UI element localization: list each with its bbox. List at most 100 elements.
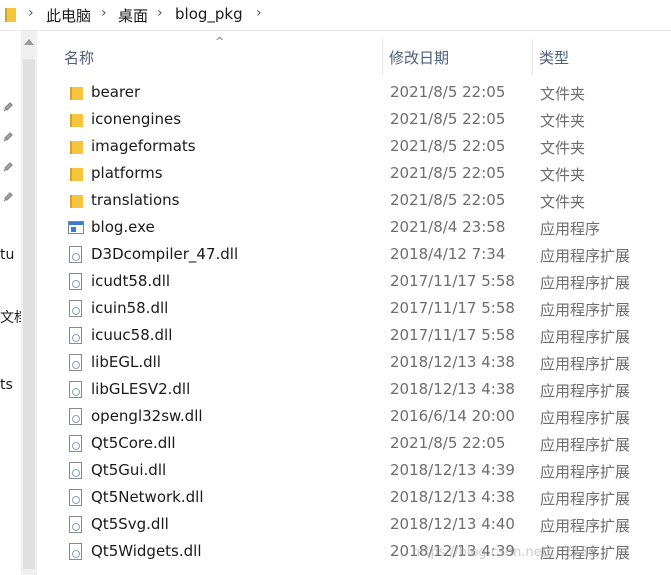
column-header-date[interactable]: 修改日期 bbox=[389, 47, 449, 68]
file-row[interactable]: libGLESV2.dll 2018/12/13 4:38 应用程序扩展 bbox=[37, 377, 671, 404]
file-modified-date: 2017/11/17 5:58 bbox=[390, 272, 515, 290]
breadcrumb-current-folder[interactable]: blog_pkg bbox=[175, 5, 243, 23]
file-row[interactable]: iconengines 2021/8/5 22:05 文件夹 bbox=[37, 107, 671, 134]
dll-file-icon bbox=[67, 435, 85, 453]
folder-icon bbox=[67, 165, 85, 183]
file-modified-date: 2021/8/5 22:05 bbox=[390, 164, 506, 182]
file-name: libEGL.dll bbox=[91, 353, 161, 371]
file-type: 应用程序扩展 bbox=[540, 490, 631, 508]
file-row[interactable]: translations 2021/8/5 22:05 文件夹 bbox=[37, 188, 671, 215]
file-row[interactable]: bearer 2021/8/5 22:05 文件夹 bbox=[37, 80, 671, 107]
file-name: Qt5Core.dll bbox=[91, 434, 176, 452]
address-bar[interactable]: › 此电脑 › 桌面 › blog_pkg › bbox=[0, 0, 671, 31]
dll-file-icon bbox=[67, 327, 85, 345]
file-row[interactable]: Qt5Svg.dll 2018/12/13 4:40 应用程序扩展 bbox=[37, 512, 671, 539]
application-icon bbox=[67, 219, 85, 237]
file-modified-date: 2021/8/5 22:05 bbox=[390, 434, 506, 452]
file-name: icuuc58.dll bbox=[91, 326, 173, 344]
file-modified-date: 2021/8/4 23:58 bbox=[390, 218, 506, 236]
column-header-name[interactable]: 名称 bbox=[64, 47, 94, 68]
scroll-up-arrow-icon[interactable] bbox=[24, 39, 34, 45]
dll-file-icon bbox=[67, 462, 85, 480]
breadcrumb-this-pc[interactable]: 此电脑 bbox=[46, 5, 91, 26]
watermark: https://blog.csdn.net/...2138 bbox=[412, 545, 597, 560]
dll-file-icon bbox=[67, 543, 85, 561]
dll-file-icon bbox=[67, 300, 85, 318]
file-type: 文件夹 bbox=[540, 166, 586, 184]
file-row[interactable]: imageformats 2021/8/5 22:05 文件夹 bbox=[37, 134, 671, 161]
file-name: icudt58.dll bbox=[91, 272, 171, 290]
dll-file-icon bbox=[67, 246, 85, 264]
file-row[interactable]: Qt5Network.dll 2018/12/13 4:38 应用程序扩展 bbox=[37, 485, 671, 512]
dll-file-icon bbox=[67, 354, 85, 372]
file-type: 应用程序扩展 bbox=[540, 436, 631, 454]
file-row[interactable]: icuin58.dll 2017/11/17 5:58 应用程序扩展 bbox=[37, 296, 671, 323]
file-name: bearer bbox=[91, 83, 141, 101]
file-list: bearer 2021/8/5 22:05 文件夹 iconengines 2021/8… bbox=[37, 80, 671, 566]
file-row[interactable]: opengl32sw.dll 2016/6/14 20:00 应用程序扩展 bbox=[37, 404, 671, 431]
file-modified-date: 2018/12/13 4:38 bbox=[390, 488, 515, 506]
file-type: 应用程序扩展 bbox=[540, 517, 631, 535]
nav-item[interactable]: ts bbox=[0, 377, 13, 393]
dll-file-icon bbox=[67, 489, 85, 507]
file-type: 应用程序扩展 bbox=[540, 355, 631, 373]
column-header-row: ^ 名称 修改日期 类型 bbox=[37, 31, 671, 77]
nav-item[interactable]: tu bbox=[0, 247, 14, 263]
file-row[interactable]: D3Dcompiler_47.dll 2018/4/12 7:34 应用程序扩展 bbox=[37, 242, 671, 269]
file-type: 应用程序扩展 bbox=[540, 247, 631, 265]
file-name: libGLESV2.dll bbox=[91, 380, 191, 398]
file-name: translations bbox=[91, 191, 180, 209]
file-name: icuin58.dll bbox=[91, 299, 169, 317]
file-type: 应用程序扩展 bbox=[540, 382, 631, 400]
file-row[interactable]: libEGL.dll 2018/12/13 4:38 应用程序扩展 bbox=[37, 350, 671, 377]
chevron-right-icon[interactable]: › bbox=[256, 5, 262, 21]
nav-scrollbar[interactable] bbox=[21, 31, 37, 575]
file-modified-date: 2017/11/17 5:58 bbox=[390, 299, 515, 317]
file-type: 应用程序扩展 bbox=[540, 463, 631, 481]
folder-icon bbox=[5, 8, 16, 22]
column-divider[interactable] bbox=[382, 39, 383, 75]
file-row[interactable]: icudt58.dll 2017/11/17 5:58 应用程序扩展 bbox=[37, 269, 671, 296]
file-name: Qt5Network.dll bbox=[91, 488, 204, 506]
file-name: opengl32sw.dll bbox=[91, 407, 203, 425]
file-row[interactable]: icuuc58.dll 2017/11/17 5:58 应用程序扩展 bbox=[37, 323, 671, 350]
file-modified-date: 2018/4/12 7:34 bbox=[390, 245, 506, 263]
pin-icon[interactable] bbox=[1, 99, 15, 113]
column-divider[interactable] bbox=[532, 39, 533, 75]
file-type: 应用程序扩展 bbox=[540, 301, 631, 319]
dll-file-icon bbox=[67, 516, 85, 534]
file-row[interactable]: platforms 2021/8/5 22:05 文件夹 bbox=[37, 161, 671, 188]
file-modified-date: 2018/12/13 4:39 bbox=[390, 461, 515, 479]
pin-icon[interactable] bbox=[1, 159, 15, 173]
file-row[interactable]: Qt5Core.dll 2021/8/5 22:05 应用程序扩展 bbox=[37, 431, 671, 458]
scrollbar-thumb[interactable] bbox=[23, 59, 35, 569]
file-type: 文件夹 bbox=[540, 112, 586, 130]
file-modified-date: 2021/8/5 22:05 bbox=[390, 191, 506, 209]
file-name: imageformats bbox=[91, 137, 196, 155]
file-row[interactable]: Qt5Gui.dll 2018/12/13 4:39 应用程序扩展 bbox=[37, 458, 671, 485]
nav-item[interactable]: 文档 bbox=[0, 307, 21, 327]
file-modified-date: 2018/12/13 4:40 bbox=[390, 515, 515, 533]
dll-file-icon bbox=[67, 381, 85, 399]
chevron-right-icon[interactable]: › bbox=[157, 5, 163, 21]
file-modified-date: 2021/8/5 22:05 bbox=[390, 83, 506, 101]
pin-icon[interactable] bbox=[1, 189, 15, 203]
chevron-right-icon[interactable]: › bbox=[28, 5, 34, 21]
folder-icon bbox=[67, 111, 85, 129]
file-modified-date: 2021/8/5 22:05 bbox=[390, 137, 506, 155]
file-type: 应用程序扩展 bbox=[540, 328, 631, 346]
navigation-pane: tu 文档 ts bbox=[0, 31, 21, 575]
column-header-type[interactable]: 类型 bbox=[539, 47, 569, 68]
dll-file-icon bbox=[67, 273, 85, 291]
breadcrumb-desktop[interactable]: 桌面 bbox=[118, 5, 148, 26]
file-name: Qt5Svg.dll bbox=[91, 515, 169, 533]
file-modified-date: 2016/6/14 20:00 bbox=[390, 407, 515, 425]
file-type: 应用程序 bbox=[540, 220, 601, 238]
chevron-right-icon[interactable]: › bbox=[101, 5, 107, 21]
file-modified-date: 2018/12/13 4:38 bbox=[390, 353, 515, 371]
file-modified-date: 2021/8/5 22:05 bbox=[390, 110, 506, 128]
file-modified-date: 2018/12/13 4:38 bbox=[390, 380, 515, 398]
file-row[interactable]: blog.exe 2021/8/4 23:58 应用程序 bbox=[37, 215, 671, 242]
pin-icon[interactable] bbox=[1, 129, 15, 143]
file-name: platforms bbox=[91, 164, 163, 182]
